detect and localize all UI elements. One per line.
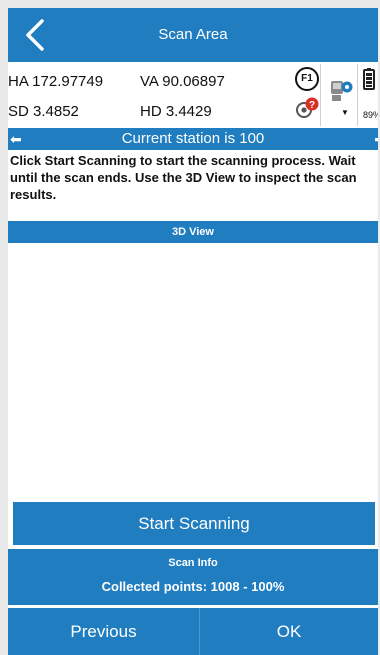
sd-reading: SD 3.4852 (8, 103, 79, 120)
station-bar: ⬅ Current station is 100 ➡ (8, 128, 378, 150)
3d-view-canvas[interactable] (8, 243, 378, 502)
station-text: Current station is 100 (121, 130, 265, 147)
battery-icon (363, 68, 375, 90)
instructions-text: Click Start Scanning to start the scanni… (10, 153, 357, 202)
status-divider (320, 64, 321, 126)
previous-button[interactable]: Previous (8, 608, 199, 655)
chevron-left-icon (26, 19, 44, 51)
collected-points-text: Collected points: 1008 - 100% (101, 579, 285, 594)
app-frame: Scan Area HA 172.97749 VA 90.06897 SD 3.… (8, 8, 378, 655)
start-scanning-button[interactable]: Start Scanning (13, 502, 375, 545)
ok-button[interactable]: OK (200, 608, 378, 655)
footer-bar: Previous OK (8, 608, 378, 655)
page-title: Scan Area (158, 26, 228, 43)
scan-info-panel: Scan Info Collected points: 1008 - 100% (8, 549, 378, 605)
battery-percent: 89% (363, 110, 378, 120)
status-divider (357, 64, 358, 126)
scan-info-title: Scan Info (168, 557, 218, 569)
readings-panel: HA 172.97749 VA 90.06897 SD 3.4852 HD 3.… (8, 62, 378, 128)
va-reading: VA 90.06897 (140, 73, 225, 90)
instrument-settings-icon[interactable] (330, 78, 354, 104)
right-arrow-icon[interactable]: ➡ (374, 128, 378, 150)
back-button[interactable] (16, 16, 54, 54)
hd-reading: HD 3.4429 (140, 103, 212, 120)
left-arrow-icon[interactable]: ⬅ (10, 128, 22, 150)
caret-down-icon[interactable]: ▼ (341, 108, 349, 117)
target-warning-icon[interactable]: ? (295, 97, 319, 121)
svg-text:?: ? (309, 100, 315, 111)
f1-button[interactable]: F1 (295, 67, 319, 91)
view-header: 3D View (8, 221, 378, 243)
header-bar: Scan Area (8, 8, 378, 62)
ha-reading: HA 172.97749 (8, 73, 104, 90)
